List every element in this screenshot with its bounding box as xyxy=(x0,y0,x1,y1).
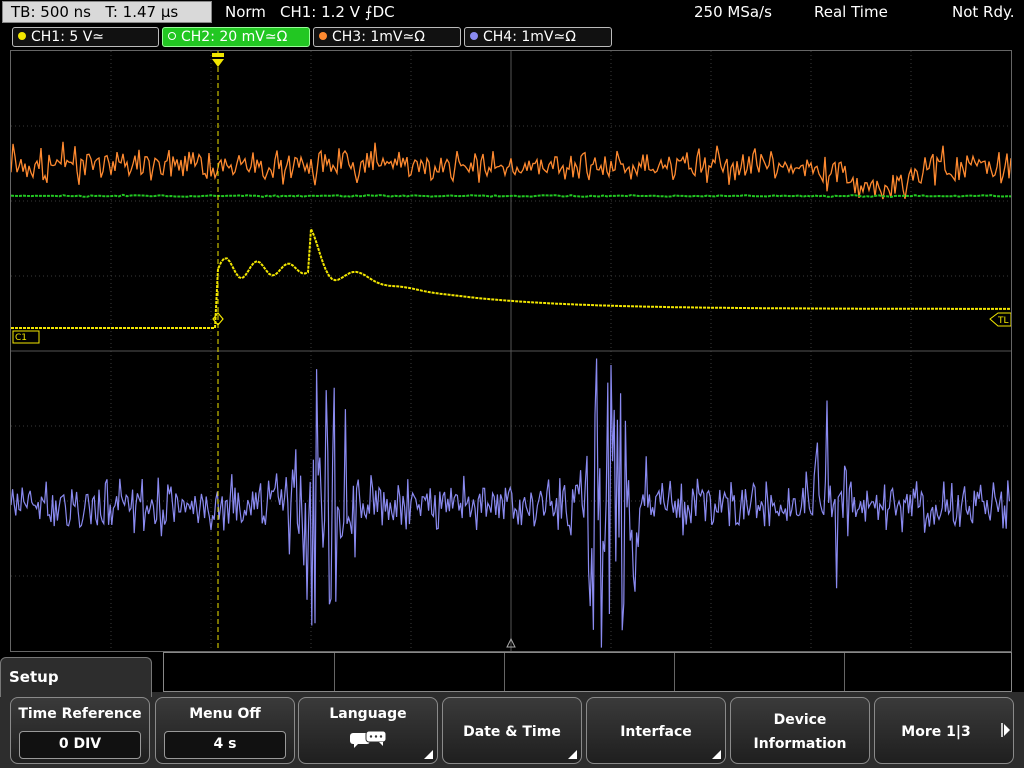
channel-tab-ch4[interactable]: CH4: 1mV≃Ω xyxy=(464,27,612,47)
trigger-source[interactable]: CH1: 1.2 V ⨍DC xyxy=(280,2,395,22)
language-label: Language xyxy=(329,706,407,722)
horizontal-grid-strip xyxy=(163,652,1012,692)
ch2-color-icon xyxy=(168,32,176,40)
channel-tab-ch2[interactable]: CH2: 20 mV≃Ω xyxy=(162,27,310,47)
ch1-marker-label: C1 xyxy=(15,333,27,343)
timebase-box[interactable]: TB: 500 ns T: 1.47 µs xyxy=(2,1,212,23)
submenu-corner-icon xyxy=(424,750,433,759)
menu-off-button[interactable]: Menu Off 4 s xyxy=(155,697,295,764)
time-reference-value: 0 DIV xyxy=(19,731,141,759)
language-button[interactable]: Language xyxy=(298,697,438,764)
device-information-button[interactable]: Device Information xyxy=(730,697,870,764)
ch4-waveform xyxy=(11,358,1010,648)
status-bar: TB: 500 ns T: 1.47 µs Norm CH1: 1.2 V ⨍D… xyxy=(0,0,1024,25)
acquisition-mode: Real Time xyxy=(814,3,888,21)
date-time-label: Date & Time xyxy=(463,724,561,740)
trigger-position-icon xyxy=(212,53,224,67)
waveform-canvas: TL C1 xyxy=(11,51,1011,651)
submenu-corner-icon xyxy=(568,750,577,759)
speech-bubble-icon xyxy=(350,730,387,748)
interface-label: Interface xyxy=(620,724,692,740)
menu-off-label: Menu Off xyxy=(189,706,261,722)
channel-tab-ch1[interactable]: CH1: 5 V≃ xyxy=(12,27,159,47)
ch2-label: CH2: 20 mV≃Ω xyxy=(181,29,288,45)
ch1-offset-marker: C1 xyxy=(12,330,40,344)
menu-off-value: 4 s xyxy=(164,731,286,759)
ch4-label: CH4: 1mV≃Ω xyxy=(483,29,576,45)
ch3-label: CH3: 1mV≃Ω xyxy=(332,29,425,45)
trigger-mode[interactable]: Norm xyxy=(225,2,266,22)
interface-button[interactable]: Interface xyxy=(586,697,726,764)
submenu-corner-icon xyxy=(712,750,721,759)
right-arrow-icon xyxy=(1001,723,1010,737)
trigger-level-label: TL xyxy=(997,316,1009,326)
more-label: More 1|3 xyxy=(901,724,971,740)
graticule-grid xyxy=(11,51,1011,651)
trigger-level-marker: TL xyxy=(989,312,1011,327)
ch3-color-icon xyxy=(319,32,327,40)
timebase-readout: TB: 500 ns xyxy=(11,3,91,21)
more-button[interactable]: More 1|3 xyxy=(874,697,1014,764)
time-reference-button[interactable]: Time Reference 0 DIV xyxy=(10,697,150,764)
trigger-position-readout: T: 1.47 µs xyxy=(105,3,179,21)
waveform-display[interactable]: TL C1 xyxy=(10,50,1012,652)
device-information-label-1: Device xyxy=(773,712,827,728)
time-reference-label: Time Reference xyxy=(18,706,142,722)
menu-title: Setup xyxy=(0,657,152,697)
acquisition-state: Not Rdy. xyxy=(952,3,1015,21)
ch4-color-icon xyxy=(470,32,478,40)
ch2-waveform xyxy=(11,193,1011,199)
device-information-label-2: Information xyxy=(753,736,847,752)
channel-tab-ch3[interactable]: CH3: 1mV≃Ω xyxy=(313,27,461,47)
date-time-button[interactable]: Date & Time xyxy=(442,697,582,764)
ch1-label: CH1: 5 V≃ xyxy=(31,29,105,45)
ch1-color-icon xyxy=(18,32,26,40)
sample-rate: 250 MSa/s xyxy=(694,3,772,21)
